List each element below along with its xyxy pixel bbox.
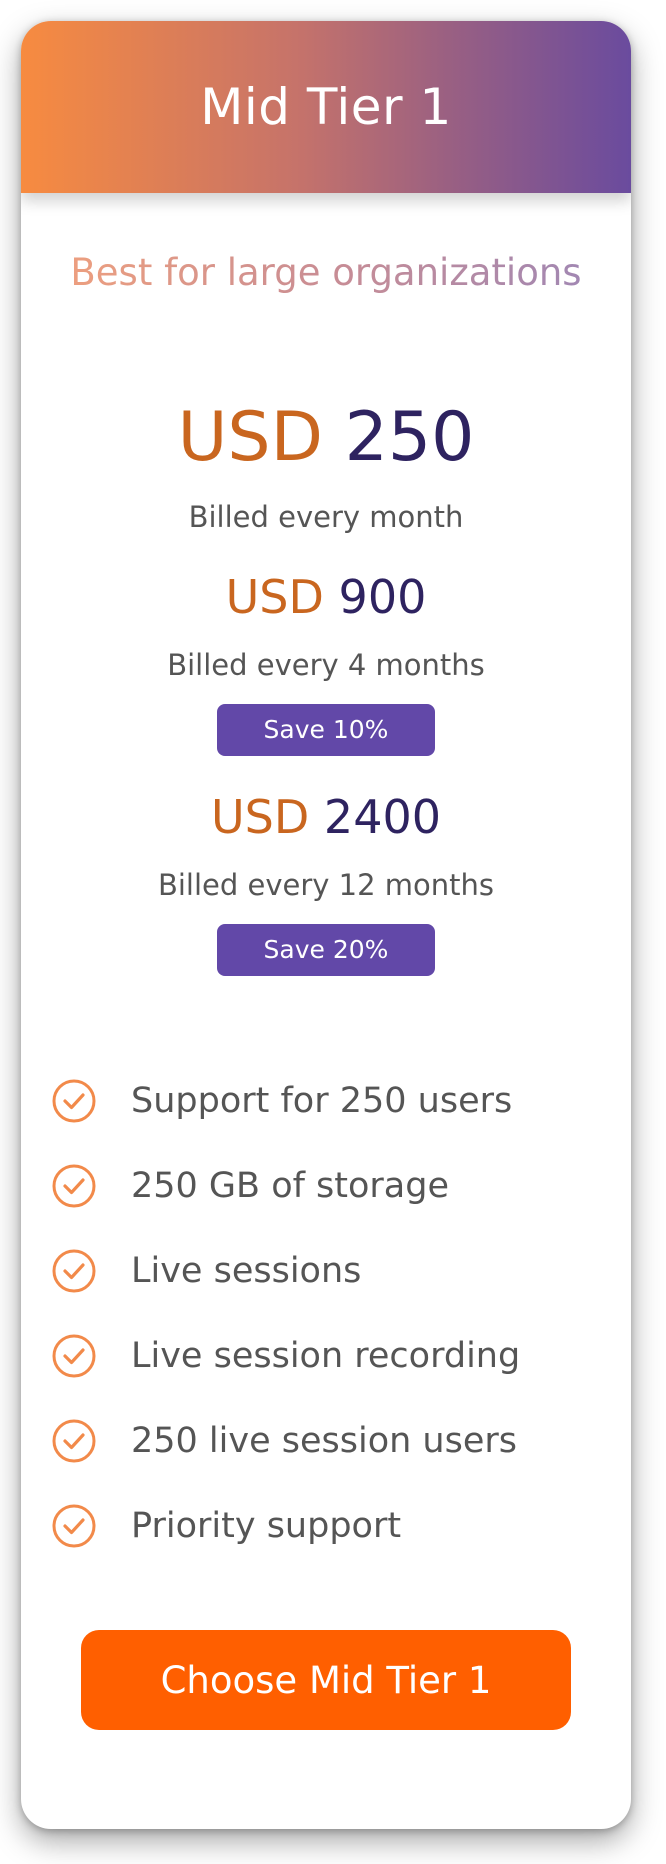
billing-period: Billed every month <box>188 500 464 534</box>
check-circle-icon <box>52 1419 96 1462</box>
billing-period: Billed every 4 months <box>167 648 485 682</box>
feature-label: 250 live session users <box>131 1420 518 1461</box>
choose-plan-button[interactable]: Choose Mid Tier 1 <box>81 1630 571 1730</box>
plan-tagline: Best for large organizations <box>21 251 631 294</box>
feature-item: Live sessions <box>51 1228 631 1313</box>
check-circle-icon <box>52 1504 96 1547</box>
feature-list: Support for 250 users 250 GB of storage … <box>21 1058 631 1568</box>
plan-title: Mid Tier 1 <box>200 78 452 136</box>
savings-badge: Save 10% <box>217 704 435 756</box>
check-circle-icon <box>52 1334 96 1377</box>
price-currency: USD <box>211 790 310 844</box>
feature-label: Live sessions <box>131 1250 362 1291</box>
price-amount: 900 <box>338 570 427 624</box>
price-currency: USD <box>177 398 323 477</box>
feature-label: Live session recording <box>131 1335 521 1376</box>
billing-period: Billed every 12 months <box>157 868 495 902</box>
feature-item: 250 live session users <box>51 1398 631 1483</box>
feature-label: 250 GB of storage <box>131 1165 450 1206</box>
price-amount: 250 <box>344 398 475 477</box>
feature-item: Support for 250 users <box>51 1058 631 1143</box>
price-currency: USD <box>225 570 324 624</box>
card-header: Mid Tier 1 <box>21 21 631 193</box>
check-circle-icon <box>52 1249 96 1292</box>
price-4-months: USD 900 Billed every 4 months Save 10% <box>21 574 631 756</box>
feature-item: 250 GB of storage <box>51 1143 631 1228</box>
cta-container: Choose Mid Tier 1 <box>21 1630 631 1730</box>
feature-label: Priority support <box>131 1505 402 1546</box>
pricing-card: Mid Tier 1 Best for large organizations … <box>21 21 631 1829</box>
feature-item: Priority support <box>51 1483 631 1568</box>
feature-item: Live session recording <box>51 1313 631 1398</box>
price-12-months: USD 2400 Billed every 12 months Save 20% <box>21 794 631 976</box>
feature-label: Support for 250 users <box>131 1080 513 1121</box>
savings-badge: Save 20% <box>217 924 435 976</box>
price-amount: 2400 <box>323 790 441 844</box>
check-circle-icon <box>52 1164 96 1207</box>
price-monthly: USD 250 Billed every month <box>21 404 631 535</box>
check-circle-icon <box>52 1079 96 1122</box>
